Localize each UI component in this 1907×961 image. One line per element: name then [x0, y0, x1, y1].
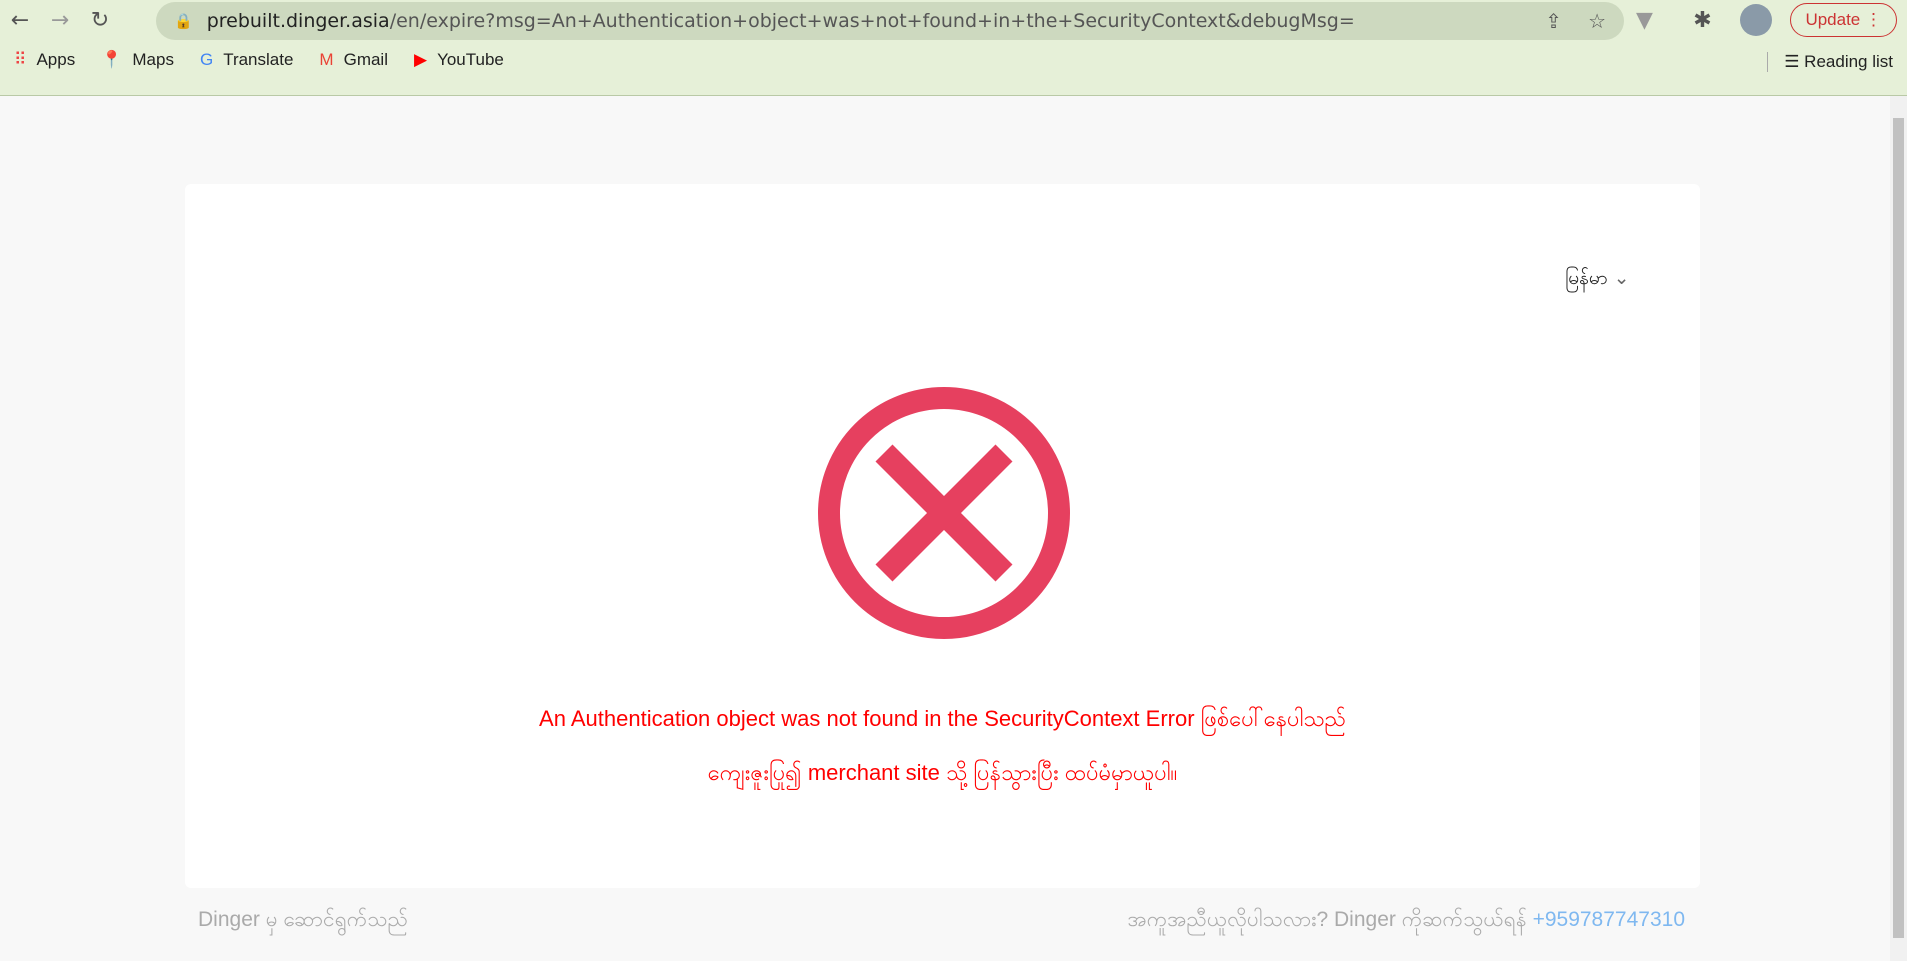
error-x-icon: [818, 387, 1070, 639]
bookmark-gmail[interactable]: M Gmail: [319, 50, 388, 70]
nav-buttons: ← → ↻: [0, 0, 120, 40]
url-host: prebuilt.dinger.asia: [206, 10, 390, 32]
gmail-icon: M: [319, 50, 334, 69]
share-icon[interactable]: ⇪: [1545, 9, 1562, 33]
footer-help-text: အကူအညီယူလိုပါသလား? Dinger ကိုဆက်သွယ်ရန်: [1127, 908, 1527, 931]
extension-v-icon[interactable]: ▼: [1624, 8, 1664, 33]
url-path: /en/expire?msg=An+Authentication+object+…: [389, 10, 1355, 32]
star-icon[interactable]: ☆: [1588, 9, 1606, 33]
apps-grid-icon: ⠿: [14, 50, 27, 69]
bookmark-label: Maps: [132, 50, 174, 69]
language-label: မြန်မာ: [1565, 267, 1608, 289]
footer-powered-by: Dinger မှ ဆောင်ရွက်သည်: [198, 908, 408, 931]
youtube-icon: ▶: [414, 50, 428, 69]
bookmark-maps[interactable]: 📍 Maps: [101, 50, 174, 70]
bookmark-apps[interactable]: ⠿ Apps: [14, 50, 75, 70]
bookmark-label: Gmail: [343, 50, 388, 69]
update-label: Update: [1805, 10, 1861, 29]
bookmark-translate[interactable]: G Translate: [200, 50, 293, 70]
lock-icon: 🔒: [174, 12, 193, 30]
reading-list-label: Reading list: [1804, 52, 1893, 71]
update-button[interactable]: Update ⋮: [1790, 3, 1897, 37]
bookmark-label: Translate: [223, 50, 294, 69]
bookmark-label: YouTube: [437, 50, 504, 69]
back-icon[interactable]: ←: [0, 8, 40, 33]
scrollbar[interactable]: [1890, 96, 1907, 961]
forward-icon[interactable]: →: [40, 8, 80, 33]
browser-chrome: ← → ↻ 🔒 prebuilt.dinger.asia/en/expire?m…: [0, 0, 1907, 96]
footer-help: အကူအညီယူလိုပါသလား? Dinger ကိုဆက်သွယ်ရန် …: [1127, 906, 1685, 937]
maps-pin-icon: 📍: [101, 50, 123, 69]
chevron-down-icon: ⌄: [1613, 267, 1630, 289]
bookmark-youtube[interactable]: ▶ YouTube: [414, 50, 504, 70]
language-select[interactable]: မြန်မာ ⌄: [1565, 266, 1630, 294]
bookmark-label: Apps: [36, 50, 76, 69]
bookmarks-bar: ⠿ Apps 📍 Maps G Translate M Gmail ▶ YouTube: [14, 50, 504, 70]
footer-phone-link[interactable]: +959787747310: [1533, 908, 1685, 931]
translate-icon: G: [199, 50, 214, 69]
reading-list-button[interactable]: ☰ Reading list: [1767, 52, 1893, 72]
avatar[interactable]: [1740, 4, 1773, 36]
reload-icon[interactable]: ↻: [80, 8, 120, 33]
error-message: An Authentication object was not found i…: [539, 706, 1346, 731]
address-bar[interactable]: 🔒 prebuilt.dinger.asia/en/expire?msg=An+…: [156, 2, 1624, 40]
error-instruction: ကျေးဇူးပြု၍ merchant site သို့ ပြန်သွားပ…: [707, 760, 1178, 785]
scrollbar-thumb[interactable]: [1893, 118, 1904, 938]
puzzle-icon[interactable]: ✱: [1682, 8, 1722, 33]
reading-list-icon: ☰: [1784, 52, 1805, 71]
